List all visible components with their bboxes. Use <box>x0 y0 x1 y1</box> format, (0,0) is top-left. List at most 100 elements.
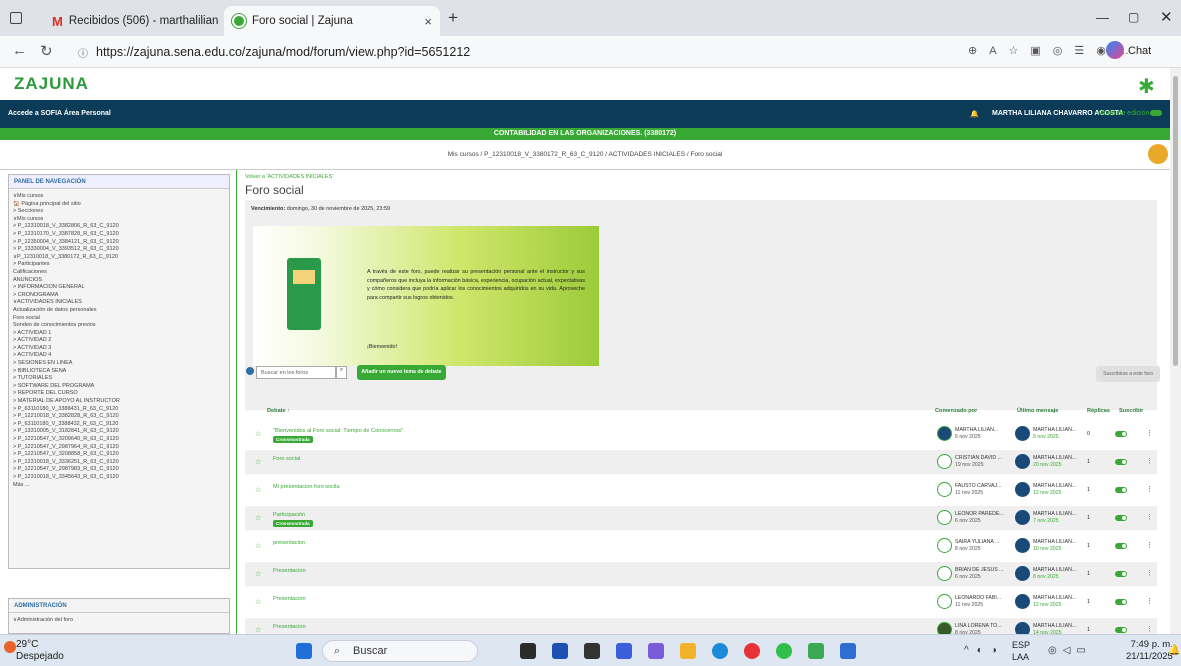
col-last-message[interactable]: Último mensaje <box>1017 408 1058 414</box>
admin-forum-item[interactable]: ∨Administración del foro <box>9 613 229 623</box>
nav-item[interactable]: > P_12310018_V_3336251_R_63_C_9120 <box>13 459 229 467</box>
started-by[interactable]: FAUSTO CARVAJ... 11 nov 2025 <box>955 483 1001 496</box>
chat-label[interactable]: Chat <box>1128 45 1151 57</box>
replies-count[interactable]: 1 <box>1087 487 1090 493</box>
opera-icon[interactable] <box>744 643 760 659</box>
discussion-subject[interactable]: presentacion <box>273 540 305 546</box>
last-message[interactable]: MARTHA LILIAN... 7 nov 2025 <box>1033 511 1076 524</box>
nav-item[interactable]: ∨Mis cursos <box>13 193 229 201</box>
replies-count[interactable]: 1 <box>1087 543 1090 549</box>
nav-item[interactable]: > P_13330004_V_3393512_R_63_C_9120 <box>13 246 229 254</box>
replies-count[interactable]: 0 <box>1087 431 1090 437</box>
clock[interactable]: 7:49 p. m. 21/11/2025 <box>1126 639 1173 663</box>
edge-icon[interactable] <box>712 643 728 659</box>
star-icon[interactable]: ☆ <box>255 458 261 466</box>
subscribe-toggle[interactable] <box>1115 487 1127 493</box>
nav-item[interactable]: ∨P_12310018_V_3380172_R_63_C_9120 <box>13 254 229 262</box>
table-row[interactable]: ☆ Foro social CRISTIAN DAVID ... 19 nov 202… <box>245 450 1157 474</box>
discussion-subject[interactable]: Presentacion <box>273 568 306 574</box>
weather-widget[interactable]: 29°C Despejado <box>16 639 64 663</box>
last-message[interactable]: MARTHA LILIAN... 5 nov 2025 <box>1033 427 1076 440</box>
star-icon[interactable]: ☆ <box>255 626 261 634</box>
add-topic-button[interactable]: Añadir un nuevo tema de debate <box>357 365 446 380</box>
amazon-icon[interactable] <box>584 643 600 659</box>
subscribe-button[interactable]: Suscribirse a este foro <box>1096 366 1160 382</box>
nav-item[interactable]: > P_63110180_V_3388432_R_63_C_9120 <box>13 421 229 429</box>
outlook-icon[interactable] <box>840 643 856 659</box>
nav-item[interactable]: > P_12310018_V_3345643_R_63_C_9120 <box>13 474 229 482</box>
more-actions-icon[interactable]: ⋮ <box>1146 625 1153 633</box>
nav-item[interactable]: > P_12210547_V_2987983_R_63_C_9120 <box>13 466 229 474</box>
replies-count[interactable]: 1 <box>1087 515 1090 521</box>
started-by[interactable]: LEONOR PAREDE... 6 nov 2025 <box>955 511 1004 524</box>
subscribe-toggle[interactable] <box>1115 431 1127 437</box>
last-message[interactable]: MARTHA LILIAN... 12 nov 2025 <box>1033 483 1076 496</box>
subscribe-toggle[interactable] <box>1115 515 1127 521</box>
window-close-icon[interactable]: ✕ <box>1160 8 1173 26</box>
discussion-subject[interactable]: "Bienvenidos al Foro social: Tiempo de C… <box>273 428 403 434</box>
task-view-icon[interactable] <box>520 643 536 659</box>
zajuna-logo[interactable]: ZAJUNA <box>14 74 89 94</box>
last-message[interactable]: MARTHA LILIAN... 8 nov 2025 <box>1033 567 1076 580</box>
nav-item[interactable]: > P_12350004_V_3384121_R_63_C_9120 <box>13 239 229 247</box>
discussion-subject[interactable]: Presentacion <box>273 624 306 630</box>
nav-item[interactable]: > Participantes <box>13 261 229 269</box>
nav-item[interactable]: > P_12210547_V_3208858_R_63_C_9120 <box>13 451 229 459</box>
nav-item[interactable]: > SOFTWARE DEL PROGRAMA <box>13 383 229 391</box>
page-scrollbar[interactable] <box>1170 68 1181 634</box>
search-icon[interactable]: ⌕ <box>336 366 347 379</box>
table-row[interactable]: ☆ Presentacion LEONARDO FABI... 11 nov 2025… <box>245 590 1157 614</box>
subscribe-toggle[interactable] <box>1115 459 1127 465</box>
star-icon[interactable]: ☆ <box>255 430 261 438</box>
started-by[interactable]: SAIRA YULIANA ... 8 nov 2025 <box>955 539 999 552</box>
subscribe-toggle[interactable] <box>1115 599 1127 605</box>
nav-item[interactable]: > MATERIAL DE APOYO AL INSTRUCTOR <box>13 398 229 406</box>
nav-item[interactable]: > P_12210547_V_2987964_R_63_C_9120 <box>13 444 229 452</box>
subscribe-toggle[interactable] <box>1115 543 1127 549</box>
nav-item[interactable]: Actualización de datos personales <box>13 307 229 315</box>
discussion-subject[interactable]: Presentacion <box>273 596 306 602</box>
notifications-icon[interactable]: 🔔 <box>1168 645 1180 656</box>
restore-icon[interactable]: ▢ <box>1128 10 1139 24</box>
assistant-icon[interactable] <box>1148 144 1168 164</box>
more-actions-icon[interactable]: ⋮ <box>1146 429 1153 437</box>
table-row[interactable]: ☆ Presentacion BRIAN DE JESUS ... 6 nov 202… <box>245 562 1157 586</box>
started-by[interactable]: CRISTIAN DAVID ... 19 nov 2025 <box>955 455 1002 468</box>
nav-item[interactable]: Foro social <box>13 315 229 323</box>
nav-item[interactable]: > INFORMACIÓN GENERAL <box>13 284 229 292</box>
col-started-by[interactable]: Comenzado por <box>935 408 977 414</box>
started-by[interactable]: LEONARDO FABI... 11 nov 2025 <box>955 595 1001 608</box>
star-icon[interactable]: ☆ <box>255 514 261 522</box>
star-icon[interactable]: ☆ <box>255 542 261 550</box>
nav-item[interactable]: > P_12210547_V_3209640_R_63_C_9120 <box>13 436 229 444</box>
discussion-subject[interactable]: Mi presentacion foro socila <box>273 484 340 490</box>
table-row[interactable]: ☆ Participación Crossmostrada LEONOR PAREDE… <box>245 506 1157 530</box>
nav-item[interactable]: ANUNCIOS <box>13 277 229 285</box>
whatsapp-icon[interactable] <box>776 643 792 659</box>
nav-item[interactable]: > P_13310005_V_3182841_R_63_C_9120 <box>13 428 229 436</box>
tab-gmail[interactable]: M Recibidos (506) - marthalilianachav...… <box>44 6 244 36</box>
more-actions-icon[interactable]: ⋮ <box>1146 457 1153 465</box>
nav-item[interactable]: > Secciones <box>13 208 229 216</box>
nav-item[interactable]: > ACTIVIDAD 1 <box>13 330 229 338</box>
nav-item[interactable]: ∨Mis cursos <box>13 216 229 224</box>
nav-item[interactable]: Sondeo de conocimientos previos <box>13 322 229 330</box>
last-message[interactable]: MARTHA LILIAN... 10 nov 2025 <box>1033 539 1076 552</box>
discussion-subject[interactable]: Foro social <box>273 456 300 462</box>
nav-item[interactable]: 🏠 Página principal del sitio <box>13 201 229 209</box>
last-message[interactable]: MARTHA LILIAN... 14 nov 2025 <box>1033 623 1076 634</box>
col-debate[interactable]: Debate ↑ <box>267 408 290 414</box>
taskbar-search[interactable]: Buscar <box>322 640 478 662</box>
url-field[interactable]: ⓘ https://zajuna.sena.edu.co/zajuna/mod/… <box>66 40 946 64</box>
started-by[interactable]: LINA LORENA TO... 8 nov 2025 <box>955 623 1002 634</box>
language-indicator[interactable]: ESP LAA <box>1012 639 1030 663</box>
nav-item[interactable]: > P_63110180_V_3388431_R_63_C_9120 <box>13 406 229 414</box>
last-message[interactable]: MARTHA LILIAN... 12 nov 2025 <box>1033 595 1076 608</box>
nav-item[interactable]: > P_12310170_V_3387828_R_63_C_9120 <box>13 231 229 239</box>
replies-count[interactable]: 1 <box>1087 627 1090 633</box>
started-by[interactable]: MARTHA LILIAN... 5 nov 2025 <box>955 427 998 440</box>
info-icon[interactable] <box>246 367 254 375</box>
more-actions-icon[interactable]: ⋮ <box>1146 485 1153 493</box>
more-actions-icon[interactable]: ⋮ <box>1146 513 1153 521</box>
replies-count[interactable]: 1 <box>1087 571 1090 577</box>
